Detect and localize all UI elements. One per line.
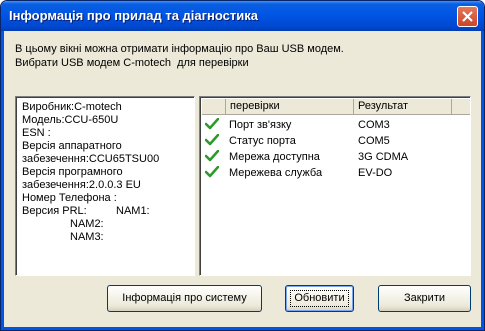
close-button[interactable]: Закрити xyxy=(378,285,471,312)
check-result: COM5 xyxy=(358,135,390,147)
system-info-button[interactable]: Інформація про систему xyxy=(107,285,262,312)
device-info-panel: Виробник:C-motech Модель:CCU-650U ESN : … xyxy=(15,96,195,276)
check-result: EV-DO xyxy=(358,167,393,179)
check-result: COM3 xyxy=(358,119,390,131)
check-name: Мережа доступна xyxy=(229,151,320,163)
check-icon xyxy=(205,134,219,146)
nam2-text: NAM2: xyxy=(70,218,104,230)
check-icon xyxy=(205,118,219,130)
window-frame-left xyxy=(1,31,4,330)
check-icon xyxy=(205,150,219,162)
close-icon xyxy=(462,11,473,22)
check-name: Мережева служба xyxy=(229,167,323,179)
dialog-window: Інформація про прилад та діагностика В ц… xyxy=(0,0,485,331)
check-name: Порт зв'язку xyxy=(229,119,292,131)
esn-text: ESN : xyxy=(22,127,51,139)
refresh-button-label: Обновити xyxy=(294,292,345,304)
close-window-button[interactable] xyxy=(457,6,478,27)
diagnostics-listview[interactable]: перевірки Результат Порт зв'язку COM3 Ст… xyxy=(199,96,471,276)
phone-number-text: Номер Телефона : xyxy=(22,192,117,204)
model-text: Модель:CCU-650U xyxy=(22,114,119,126)
description-line-2: Вибрати USB модем C-motech для перевірки xyxy=(15,57,249,69)
description-line-1: В цьому вікні можна отримати інформацію … xyxy=(15,43,344,55)
nam3-text: NAM3: xyxy=(70,231,104,243)
column-header-filler xyxy=(452,99,470,114)
manufacturer-text: Виробник:C-motech xyxy=(22,101,122,113)
sw-version-value: забезечення:2.0.0.3 EU xyxy=(22,179,141,191)
column-header-status[interactable] xyxy=(202,99,226,114)
hw-version-value: забезечення:CCU65TSU00 xyxy=(22,153,160,165)
listview-header: перевірки Результат xyxy=(202,99,470,115)
check-name: Статус порта xyxy=(229,135,296,147)
prl-version-text: Версия PRL: xyxy=(22,205,87,217)
sw-version-label: Версія програмного xyxy=(22,166,123,178)
nam1-text: NAM1: xyxy=(116,205,150,217)
refresh-button[interactable]: Обновити xyxy=(285,285,354,312)
check-icon xyxy=(205,166,219,178)
window-title: Інформація про прилад та діагностика xyxy=(9,8,258,23)
title-bar[interactable]: Інформація про прилад та діагностика xyxy=(1,1,484,31)
check-result: 3G CDMA xyxy=(358,151,409,163)
window-frame-bottom xyxy=(1,327,484,330)
hw-version-label: Версія аппаратного xyxy=(22,140,122,152)
column-header-result[interactable]: Результат xyxy=(354,99,452,114)
window-frame-right xyxy=(481,31,484,330)
column-header-check[interactable]: перевірки xyxy=(226,99,354,114)
